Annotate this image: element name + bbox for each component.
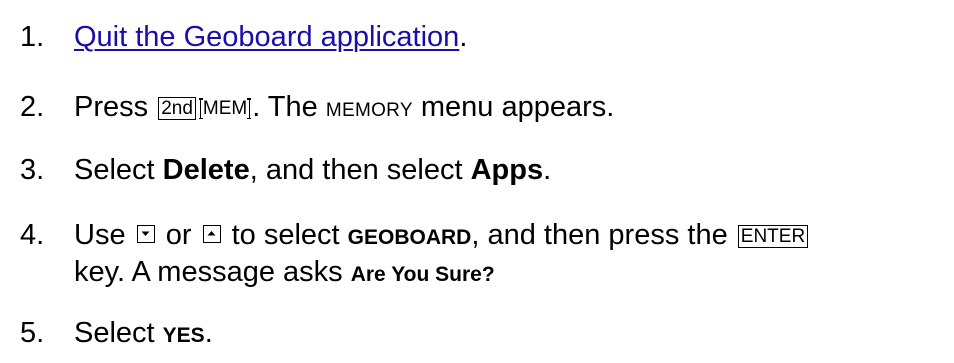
step-number: 5. — [20, 317, 45, 349]
step-text: Press 2nd MEM. The MEMORY menu appears. — [74, 90, 934, 128]
step-number: 4. — [20, 219, 45, 251]
text-segment: . — [204, 317, 213, 349]
step-text: Quit the Geoboard application. — [74, 20, 934, 54]
step-text-period: . — [459, 21, 468, 53]
step-text: Select YES. — [74, 316, 934, 353]
text-segment: key. A message asks — [74, 256, 351, 288]
text-segment: or — [157, 219, 200, 251]
text-segment: Select — [74, 317, 163, 349]
down-arrow-glyph — [141, 231, 150, 236]
up-arrow-key-icon[interactable] — [202, 225, 221, 243]
text-press: Press — [74, 91, 157, 123]
text-segment: , and then press the — [471, 219, 736, 251]
step-text: Select Delete, and then select Apps. — [74, 153, 934, 187]
text-segment: . The — [252, 91, 326, 123]
app-name-geoboard: GEOBOARD — [347, 226, 472, 249]
key-mem[interactable]: MEM — [199, 98, 251, 119]
step-4-line-1: Use or to select GEOBOARD, and then pres… — [74, 218, 934, 255]
key-enter[interactable]: ENTER — [737, 225, 809, 248]
step-number: 2. — [20, 91, 45, 123]
text-segment: Select — [74, 154, 163, 186]
down-arrow-key-icon[interactable] — [136, 225, 155, 243]
step-text: Use or to select GEOBOARD, and then pres… — [74, 218, 934, 292]
step-number: 3. — [20, 154, 45, 186]
text-segment: Use — [74, 219, 134, 251]
up-arrow-glyph — [207, 231, 216, 236]
menu-name-memory: MEMORY — [325, 100, 413, 121]
step-number: 1. — [20, 21, 45, 53]
text-segment: to select — [223, 219, 348, 251]
text-segment: . — [543, 154, 552, 186]
text-segment: menu appears. — [412, 91, 615, 123]
option-apps: Apps — [470, 154, 544, 186]
text-segment: , and then select — [249, 154, 471, 186]
option-delete: Delete — [162, 154, 250, 186]
key-mem-label: MEM — [202, 98, 248, 119]
message-are-you-sure: Are You Sure? — [350, 263, 495, 286]
key-2nd[interactable]: 2nd — [158, 97, 196, 120]
quit-geoboard-link[interactable]: Quit the Geoboard application — [74, 21, 459, 53]
option-yes: YES — [162, 324, 205, 347]
step-4-line-2: key. A message asks Are You Sure? — [74, 255, 934, 292]
